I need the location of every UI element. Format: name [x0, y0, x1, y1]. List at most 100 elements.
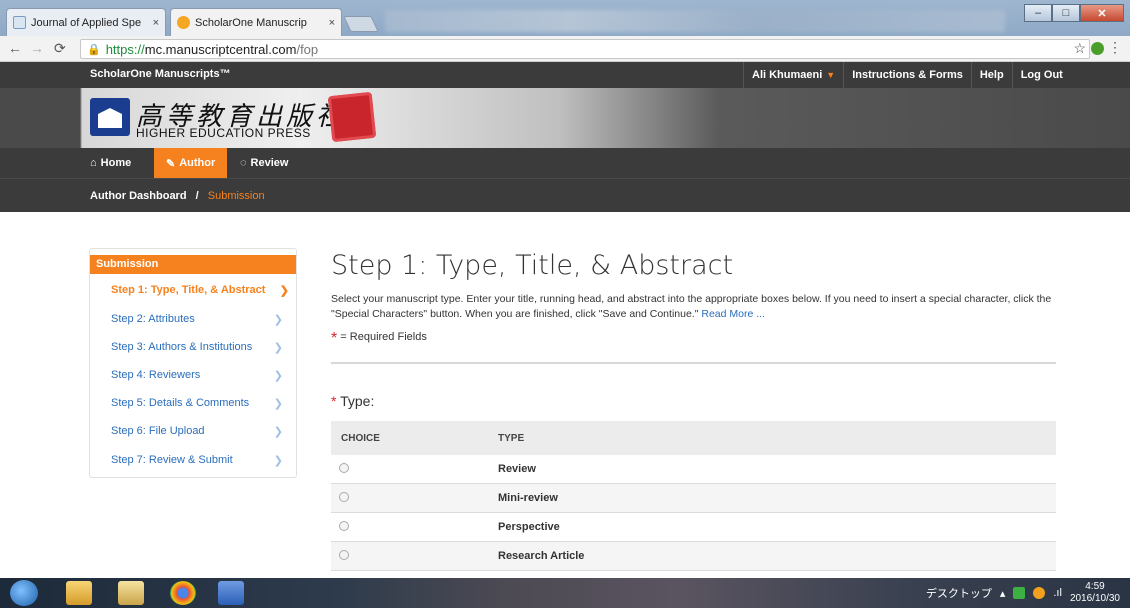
bookmark-star-icon[interactable]: ☆: [1073, 40, 1086, 57]
nav-home[interactable]: ⌂ Home: [78, 148, 143, 178]
word-icon[interactable]: [218, 581, 244, 605]
chevron-right-icon: ❯: [273, 342, 283, 354]
type-name: Mini-review: [498, 492, 558, 504]
lock-icon: 🔒: [87, 43, 101, 56]
table-row: Mini-review: [331, 484, 1056, 513]
start-button[interactable]: [10, 580, 38, 606]
submission-steps-panel: Submission Step 1: Type, Title, & Abstra…: [89, 248, 297, 478]
chevron-right-icon: ❯: [273, 370, 283, 382]
publisher-logo-icon: [90, 98, 130, 136]
step-label: Step 4: Reviewers: [111, 369, 201, 381]
sidebar-step-3[interactable]: Step 3: Authors & Institutions ❯: [111, 341, 291, 354]
type-label-text: Type:: [340, 393, 375, 409]
tab-close-icon[interactable]: ×: [153, 17, 159, 29]
outlook-icon[interactable]: [66, 581, 92, 605]
nav-review-label: Review: [250, 157, 289, 169]
signal-icon[interactable]: .ıl: [1053, 587, 1062, 599]
main-nav: ⌂ Home ✎ Author ◌ Review: [0, 148, 1130, 178]
file-explorer-icon[interactable]: [118, 581, 144, 605]
back-arrow-icon[interactable]: ←: [8, 40, 22, 56]
publisher-english-name: HIGHER EDUCATION PRESS: [136, 126, 311, 140]
section-divider: [331, 362, 1056, 364]
pencil-icon: ✎: [166, 157, 176, 170]
sidebar-step-4[interactable]: Step 4: Reviewers ❯: [111, 369, 291, 382]
extension-icon[interactable]: [1091, 42, 1104, 55]
chevron-right-icon: ❯: [273, 314, 283, 326]
required-asterisk-icon: *: [331, 330, 338, 347]
reload-icon[interactable]: ⟳: [54, 40, 66, 57]
table-row: Review: [331, 455, 1056, 484]
system-clock[interactable]: 4:59 2016/10/30: [1070, 581, 1120, 605]
url-scheme: https://: [105, 41, 145, 57]
chevron-right-icon: ❯: [279, 285, 289, 297]
type-name: Research Article: [498, 550, 585, 562]
column-header-choice: CHOICE: [341, 432, 380, 444]
logout-link[interactable]: Log Out: [1011, 62, 1071, 88]
tray-app-icon[interactable]: [1013, 587, 1026, 599]
instructions-forms-link[interactable]: Instructions & Forms: [843, 62, 971, 88]
minimize-button[interactable]: –: [1024, 4, 1052, 22]
step-label: Step 7: Review & Submit: [111, 454, 233, 466]
sidebar-heading: Submission: [90, 255, 296, 274]
read-more-link[interactable]: Read More ...: [701, 308, 765, 320]
new-tab-button[interactable]: [343, 16, 379, 32]
chevron-up-icon[interactable]: ▴: [1000, 587, 1006, 600]
journal-favicon-icon: [13, 16, 26, 29]
tab-close-icon[interactable]: ×: [329, 17, 335, 29]
breadcrumb-separator: /: [195, 190, 199, 202]
nav-home-label: Home: [100, 157, 132, 169]
nav-author-label: Author: [179, 157, 216, 169]
type-radio-mini-review[interactable]: [339, 491, 349, 502]
chrome-icon[interactable]: [170, 581, 196, 605]
step-label: Step 1: Type, Title, & Abstract: [111, 284, 266, 296]
step-label: Step 5: Details & Comments: [111, 397, 250, 409]
tab-title: Journal of Applied Spe: [31, 16, 142, 29]
intro-body: Select your manuscript type. Enter your …: [331, 293, 1052, 320]
type-name: Review: [498, 463, 536, 475]
sidebar-step-1[interactable]: Step 1: Type, Title, & Abstract ❯: [111, 284, 291, 297]
browser-tab[interactable]: Journal of Applied Spe ×: [6, 8, 166, 36]
url-host: mc.manuscriptcentral.com: [144, 41, 297, 57]
step-label: Step 6: File Upload: [111, 425, 205, 437]
system-tray: デスクトップ ▴ .ıl 4:59 2016/10/30: [926, 578, 1120, 608]
sidebar-step-2[interactable]: Step 2: Attributes ❯: [111, 313, 291, 326]
browser-menu-icon[interactable]: ⋮: [1108, 39, 1122, 56]
type-name: Perspective: [498, 521, 560, 533]
page-title: Step 1: Type, Title, & Abstract: [331, 250, 734, 281]
clock-time: 4:59: [1085, 581, 1105, 592]
intro-text: Select your manuscript type. Enter your …: [331, 292, 1061, 322]
maximize-button[interactable]: □: [1052, 4, 1080, 22]
user-menu[interactable]: Ali Khumaeni ▼: [743, 62, 843, 88]
url-input[interactable]: 🔒 https:// mc.manuscriptcentral.com /fop: [80, 39, 1090, 59]
sidebar-step-5[interactable]: Step 5: Details & Comments ❯: [111, 397, 291, 410]
column-header-type: TYPE: [498, 432, 525, 444]
manuscript-type-table: CHOICE TYPE Review Mini-review Perspecti…: [331, 421, 1056, 571]
browser-tab-strip: Journal of Applied Spe × ScholarOne Manu…: [0, 0, 1130, 36]
tray-app-icon[interactable]: [1033, 587, 1046, 599]
url-path: /fop: [296, 41, 319, 57]
chevron-right-icon: ❯: [273, 398, 283, 410]
brand-name: ScholarOne Manuscripts™: [90, 68, 231, 80]
breadcrumb: Author Dashboard / Submission: [0, 178, 1130, 212]
speech-bubble-icon: ◌: [240, 157, 247, 169]
required-fields-label: = Required Fields: [340, 331, 427, 343]
step-label: Step 3: Authors & Institutions: [111, 341, 253, 353]
table-header: CHOICE TYPE: [331, 421, 1056, 455]
sidebar-step-7[interactable]: Step 7: Review & Submit ❯: [111, 454, 291, 467]
desktop-toolbar-label[interactable]: デスクトップ: [926, 585, 992, 601]
type-radio-perspective[interactable]: [339, 520, 349, 531]
user-name: Ali Khumaeni: [752, 69, 823, 81]
forward-arrow-icon[interactable]: →: [30, 40, 44, 56]
help-link[interactable]: Help: [970, 62, 1012, 88]
type-radio-research-article[interactable]: [339, 549, 349, 560]
browser-tab-active[interactable]: ScholarOne Manuscrip ×: [170, 8, 342, 36]
nav-review[interactable]: ◌ Review: [228, 148, 300, 178]
type-radio-review[interactable]: [339, 462, 349, 473]
type-field-label: * Type:: [331, 393, 374, 409]
sidebar-step-6[interactable]: Step 6: File Upload ❯: [111, 425, 291, 438]
breadcrumb-author-dashboard[interactable]: Author Dashboard: [90, 190, 187, 202]
nav-author[interactable]: ✎ Author: [154, 148, 228, 178]
table-row: Perspective: [331, 513, 1056, 542]
caret-down-icon: ▼: [826, 70, 836, 80]
close-window-button[interactable]: ✕: [1080, 4, 1124, 22]
